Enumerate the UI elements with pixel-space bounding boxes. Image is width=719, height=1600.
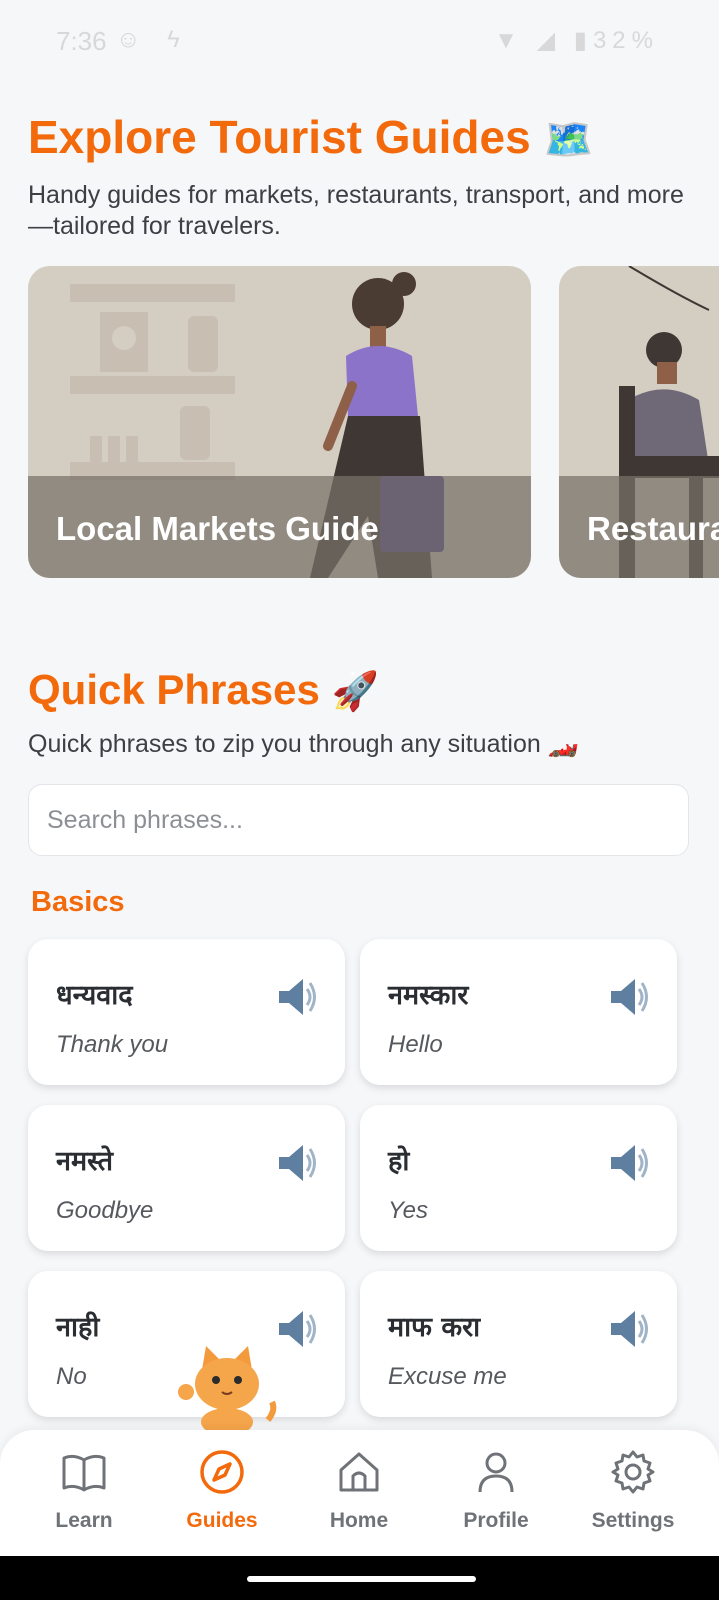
cat-mascot-icon[interactable] [172,1340,282,1430]
nav-item-home[interactable]: Home [299,1448,419,1533]
phrase-english: Hello [388,1031,443,1058]
phrase-card[interactable]: धन्यवाद Thank you [28,939,345,1085]
nav-item-profile[interactable]: Profile [436,1448,556,1533]
home-gesture-handle[interactable] [247,1576,476,1582]
nav-item-learn[interactable]: Learn [24,1448,144,1533]
person-icon [478,1452,514,1493]
speaker-icon[interactable] [605,1307,649,1351]
signal-icon: ◢ [536,27,562,54]
guide-card-local-markets[interactable]: Local Markets Guide [28,266,531,578]
phrase-native: नाही [56,1312,100,1343]
phrase-native: हो [388,1146,410,1177]
status-bar: 7:36 ☺ ϟ ▼ ◢ ▮32% [0,0,719,84]
guide-card-restaurants[interactable]: Restaura [559,266,719,578]
rocket-emoji-icon: 🚀 [331,671,379,713]
bottom-nav: Learn Guides Home Profile Settings [0,1430,719,1556]
phrase-english: Yes [388,1197,429,1224]
nav-item-settings[interactable]: Settings [573,1448,693,1533]
speaker-icon[interactable] [605,975,649,1019]
phrase-card[interactable]: नमस्कार Hello [360,939,677,1085]
speaker-icon[interactable] [273,1141,317,1185]
home-icon [339,1452,379,1492]
system-nav-bar [0,1556,719,1600]
book-icon [62,1454,106,1492]
search-box[interactable] [28,784,689,856]
phrase-english: Excuse me [388,1363,507,1390]
section-basics-title: Basics [31,886,125,918]
notification-icons: ☺ ϟ [116,26,190,53]
phrase-native: नमस्ते [56,1146,114,1177]
nav-label: Guides [186,1509,258,1532]
phrase-english: Goodbye [56,1197,154,1224]
quick-phrases-title-text: Quick Phrases [28,666,320,713]
speaker-icon[interactable] [605,1141,649,1185]
battery-icon: ▮ [573,27,593,54]
search-input[interactable] [29,785,688,855]
battery-level: 32% [592,27,659,54]
guide-card-label: Local Markets Guide [56,510,379,547]
nav-label: Home [329,1509,389,1532]
phrase-card[interactable]: नमस्ते Goodbye [28,1105,345,1251]
gear-icon [611,1450,655,1494]
status-time: 7:36 [56,26,107,56]
quick-phrases-title: Quick Phrases 🚀 [28,666,379,714]
map-emoji-icon: 🗺️ [543,118,594,162]
status-right: ▼ ◢ ▮32% [494,26,659,55]
racecar-emoji-icon: 🏎️ [547,730,579,758]
phrase-card[interactable]: माफ करा Excuse me [360,1271,677,1417]
page-title-text: Explore Tourist Guides [28,111,531,163]
wifi-icon: ▼ [494,27,524,54]
guides-carousel[interactable]: Local Markets Guide Restaura [28,266,719,578]
phrase-native: धन्यवाद [56,980,133,1011]
nav-label: Profile [463,1509,529,1532]
phrase-card[interactable]: हो Yes [360,1105,677,1251]
phrase-english: Thank you [56,1031,169,1058]
page-title: Explore Tourist Guides 🗺️ [28,110,593,164]
nav-label: Settings [591,1509,675,1532]
speaker-icon[interactable] [273,975,317,1019]
phrase-english: No [56,1363,87,1390]
phrase-native: नमस्कार [388,980,469,1011]
quick-phrases-subtitle-text: Quick phrases to zip you through any sit… [28,730,541,758]
nav-item-guides[interactable]: Guides [162,1448,282,1533]
quick-phrases-subtitle: Quick phrases to zip you through any sit… [28,730,579,759]
page-subtitle: Handy guides for markets, restaurants, t… [28,181,684,240]
guide-card-label: Restaura [587,510,719,547]
nav-label: Learn [55,1509,113,1532]
compass-icon [200,1450,244,1494]
phrase-native: माफ करा [388,1312,481,1343]
